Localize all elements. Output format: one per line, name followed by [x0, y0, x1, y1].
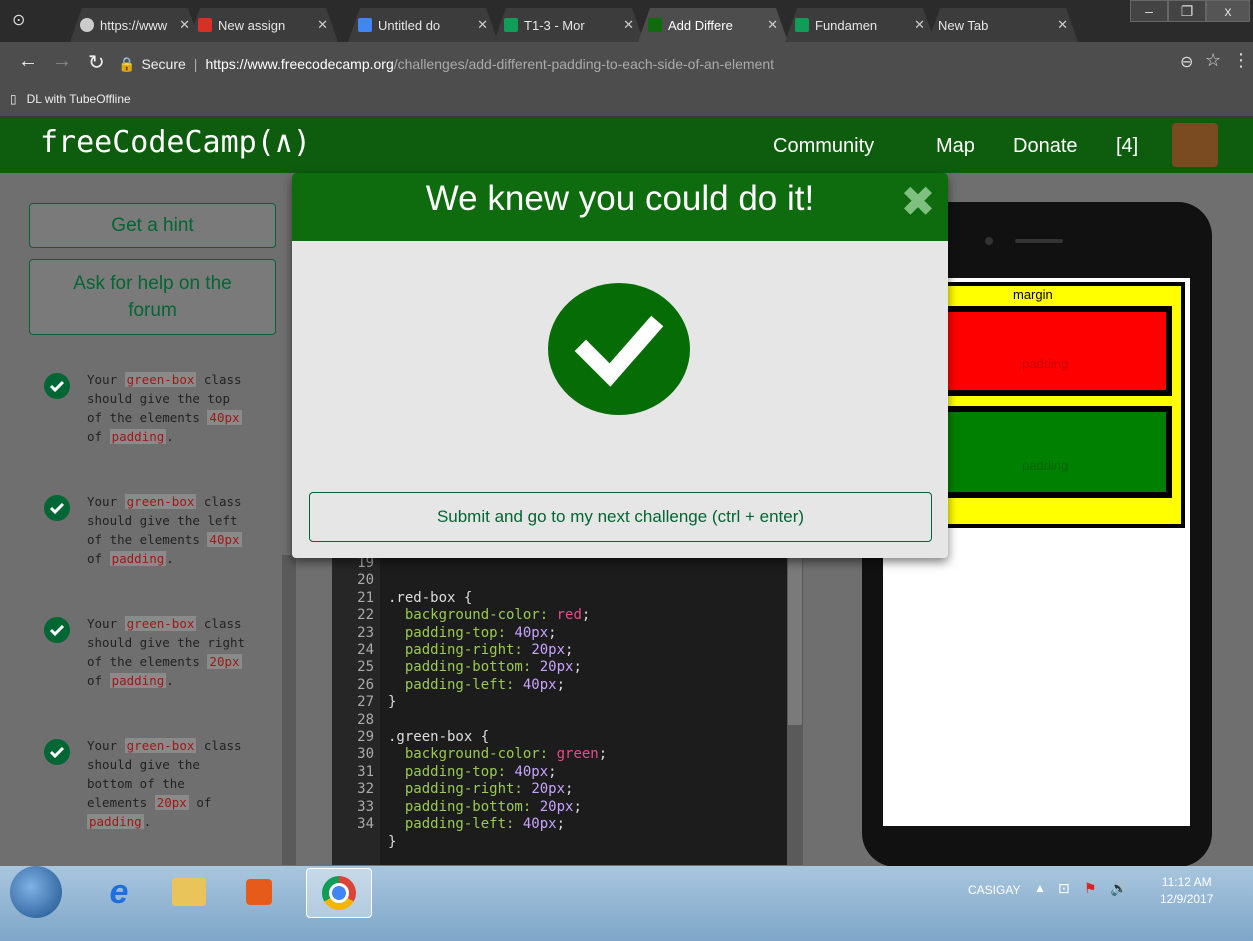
submit-next-challenge-button[interactable]: Submit and go to my next challenge (ctrl… [309, 492, 932, 542]
code-text: ​.red-box { background-color: red; paddi… [388, 589, 608, 850]
check-icon [44, 617, 70, 643]
url-path: /challenges/add-different-padding-to-eac… [393, 56, 775, 72]
reload-icon[interactable]: ↻ [88, 50, 105, 75]
success-check-icon [548, 283, 690, 415]
close-icon[interactable]: ✕ [1057, 17, 1068, 33]
sidebar-scrollbar[interactable] [282, 555, 296, 865]
phone-camera [985, 237, 993, 245]
chrome-icon[interactable] [306, 868, 372, 918]
lock-icon: 🔒 [118, 55, 136, 72]
success-modal: We knew you could do it! ✖ Submit and go… [292, 173, 948, 558]
nav-map[interactable]: Map [936, 135, 975, 158]
close-icon[interactable]: ✕ [623, 17, 634, 33]
gmail-icon [198, 18, 212, 32]
tab-6[interactable]: Fundamen ✕ [785, 8, 935, 42]
padding-label-red: padding [1022, 356, 1069, 371]
close-icon[interactable]: ✕ [477, 17, 488, 33]
start-button[interactable] [10, 866, 62, 918]
show-hidden-icons-icon[interactable]: ▲ [1034, 881, 1046, 895]
url-host: https://www.freecodecamp.org [205, 56, 394, 72]
secure-label: Secure [141, 56, 186, 72]
shield-icon [80, 18, 94, 32]
flag-icon[interactable]: ⚑ [1084, 880, 1097, 897]
avatar[interactable] [1172, 123, 1218, 167]
file-explorer-icon[interactable] [160, 868, 218, 916]
zoom-icon[interactable]: ⊖ [1180, 52, 1193, 72]
nav-donate[interactable]: Donate [1013, 135, 1078, 158]
close-icon[interactable]: ✕ [179, 17, 190, 33]
docs-icon [358, 18, 372, 32]
line-numbers: 19 20 21 22 23 24 25 26 27 28 29 30 31 32 33 34 [332, 555, 380, 865]
get-hint-button[interactable]: Get a hint [29, 203, 276, 248]
clock[interactable]: 11:12 AM 12/9/2017 [1160, 874, 1213, 908]
close-icon[interactable]: ✕ [317, 17, 328, 33]
padding-label-green: padding [1022, 458, 1069, 473]
minimize-button[interactable]: – [1130, 0, 1168, 22]
address-bar[interactable]: 🔒 Secure | https://www.freecodecamp.org … [118, 50, 1183, 78]
maximize-button[interactable]: ❐ [1168, 0, 1206, 22]
network-icon[interactable]: ⊡ [1058, 880, 1070, 897]
margin-label: margin [1013, 287, 1053, 302]
bookmarks-bar: ▯ DL with TubeOffline [0, 84, 1253, 117]
close-icon[interactable]: ✕ [767, 17, 778, 33]
test-item: Your green-box class should give the bot… [44, 736, 244, 846]
classroom-icon [795, 18, 809, 32]
bookmark-item[interactable]: ▯ DL with TubeOffline [10, 92, 131, 106]
star-icon[interactable]: ☆ [1205, 50, 1221, 71]
incognito-icon: ⊙ [12, 12, 26, 29]
check-icon [44, 739, 70, 765]
fcc-logo[interactable]: freeCodeCamp(∧) [40, 125, 311, 160]
tab-5-active[interactable]: Add Differe ✕ [638, 8, 788, 42]
nav-points[interactable]: [4] [1116, 135, 1138, 158]
freecodecamp-icon [648, 18, 662, 32]
tab-2[interactable]: New assign ✕ [188, 8, 338, 42]
tab-3[interactable]: Untitled do ✕ [348, 8, 498, 42]
media-player-icon[interactable] [230, 868, 288, 916]
close-icon[interactable]: ✖ [898, 177, 938, 225]
test-item: Your green-box class should give the lef… [44, 492, 244, 602]
page-icon: ▯ [10, 92, 17, 106]
nav-community[interactable]: Community [773, 135, 874, 158]
menu-icon[interactable]: ⋮ [1232, 50, 1250, 71]
check-icon [44, 373, 70, 399]
modal-title: We knew you could do it! [425, 179, 815, 218]
fcc-navbar: freeCodeCamp(∧) Community Map Donate [4] [0, 117, 1253, 173]
forward-arrow-icon[interactable]: → [52, 50, 72, 73]
volume-icon[interactable]: 🔊 [1110, 880, 1127, 897]
ask-forum-button[interactable]: Ask for help on the forum [29, 259, 276, 335]
check-icon [44, 495, 70, 521]
phone-speaker [1015, 239, 1063, 243]
code-editor[interactable]: 19202122232425262728293031323334 ​.red-b… [332, 555, 787, 865]
test-item: Your green-box class should give the top… [44, 370, 244, 480]
taskbar-user: CASIGAY [968, 883, 1021, 897]
classroom-icon [504, 18, 518, 32]
tab-7[interactable]: New Tab ✕ [928, 8, 1078, 42]
close-window-button[interactable]: x [1206, 0, 1250, 22]
tab-4[interactable]: T1-3 - Mor ✕ [494, 8, 644, 42]
test-item: Your green-box class should give the rig… [44, 614, 245, 724]
modal-header: We knew you could do it! ✖ [292, 173, 948, 241]
internet-explorer-icon[interactable]: e [90, 868, 148, 916]
tab-1[interactable]: https://www ✕ [70, 8, 200, 42]
close-icon[interactable]: ✕ [914, 17, 925, 33]
back-arrow-icon[interactable]: ← [18, 50, 38, 73]
editor-scrollbar[interactable] [787, 555, 803, 865]
